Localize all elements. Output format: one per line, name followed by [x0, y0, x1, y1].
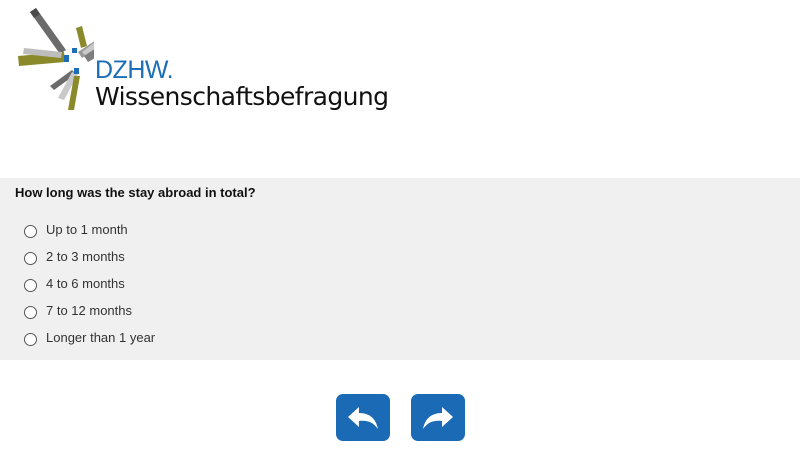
- option-label: 4 to 6 months: [46, 276, 125, 291]
- option-label: Longer than 1 year: [46, 330, 156, 345]
- radio-button[interactable]: [24, 251, 37, 265]
- back-button[interactable]: [336, 394, 390, 441]
- question-text: How long was the stay abroad in total?: [15, 185, 256, 200]
- logo-burst-icon: [18, 8, 94, 110]
- dzhw-logo: DZHW. Wissenschaftsbefragung: [14, 6, 394, 116]
- navigation-bar: [336, 394, 465, 441]
- option-label: Up to 1 month: [46, 222, 128, 237]
- next-button[interactable]: [411, 394, 465, 441]
- radio-button[interactable]: [24, 224, 37, 238]
- survey-page: DZHW. Wissenschaftsbefragung How long wa…: [0, 0, 800, 450]
- radio-button[interactable]: [24, 305, 37, 319]
- answer-option-longer-than-1-year[interactable]: Longer than 1 year: [24, 324, 155, 351]
- option-label: 7 to 12 months: [46, 303, 132, 318]
- radio-button[interactable]: [24, 332, 37, 346]
- answer-option-2-to-3-months[interactable]: 2 to 3 months: [24, 243, 155, 270]
- answer-option-4-to-6-months[interactable]: 4 to 6 months: [24, 270, 155, 297]
- answer-option-7-to-12-months[interactable]: 7 to 12 months: [24, 297, 155, 324]
- question-panel: How long was the stay abroad in total? U…: [0, 178, 800, 360]
- answer-option-up-to-1-month[interactable]: Up to 1 month: [24, 216, 155, 243]
- logo-abbreviation: DZHW.: [95, 56, 174, 84]
- logo-name: Wissenschaftsbefragung: [95, 82, 389, 111]
- answer-options: Up to 1 month 2 to 3 months 4 to 6 month…: [24, 216, 155, 351]
- undo-arrow-icon: [348, 406, 378, 429]
- option-label: 2 to 3 months: [46, 249, 125, 264]
- radio-button[interactable]: [24, 278, 37, 292]
- redo-arrow-icon: [423, 406, 453, 429]
